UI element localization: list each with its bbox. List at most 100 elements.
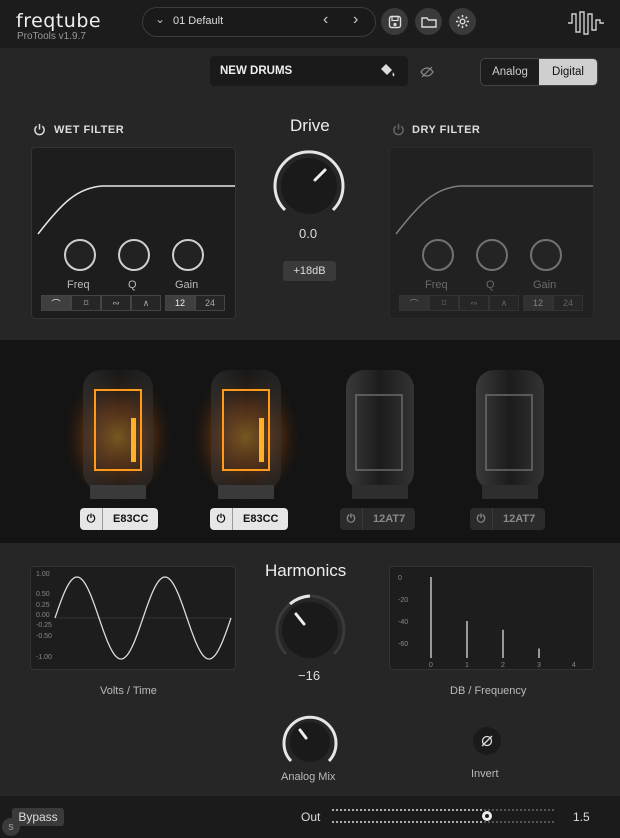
tube-4-toggle[interactable]: ⏻ 12AT7 [470, 508, 546, 530]
meter-dot [411, 808, 415, 812]
spectrum-x-tick: 0 [429, 662, 433, 669]
tube-1 [63, 360, 173, 500]
meter-dot [451, 820, 455, 824]
paint-bucket-icon[interactable] [378, 63, 396, 79]
meter-dot [499, 820, 503, 824]
hide-icon[interactable] [420, 65, 434, 79]
save-button[interactable] [381, 8, 408, 35]
dry-slope-12[interactable]: 12 [523, 295, 553, 311]
next-preset-button[interactable]: › [353, 11, 358, 29]
dry-bell-shape-icon[interactable]: ∾ [459, 295, 489, 311]
meter-dot [339, 808, 343, 812]
dry-q-label: Q [486, 279, 495, 291]
spectrum-x-tick: 2 [501, 662, 505, 669]
dry-lowpass-shape-icon[interactable]: ⌑ [429, 295, 459, 311]
dry-highpass-shape-icon[interactable]: ⌒ [399, 295, 429, 311]
notch-shape-icon[interactable]: ∧ [131, 295, 161, 311]
meter-dot [431, 820, 435, 824]
dry-slope-24[interactable]: 24 [553, 295, 583, 311]
tube-2-toggle[interactable]: ⏻ E83CC [210, 508, 289, 530]
instance-name-field[interactable]: NEW DRUMS [210, 56, 408, 86]
waveform-plot [54, 576, 232, 660]
chevron-down-icon[interactable]: ⌄ [155, 12, 165, 26]
meter-dot [427, 808, 431, 812]
wet-filter-power-icon[interactable] [33, 123, 46, 136]
meter-dot [435, 820, 439, 824]
meter-dot [439, 808, 443, 812]
meter-dot [399, 808, 403, 812]
tube-3-power-icon[interactable]: ⏻ [340, 508, 363, 530]
scope-y-tick: -0.25 [36, 622, 52, 629]
wet-q-knob[interactable] [118, 239, 150, 271]
drive-knob[interactable] [269, 146, 349, 226]
mode-toggle[interactable]: Analog Digital [480, 58, 598, 86]
meter-dot [331, 820, 335, 824]
meter-dot [463, 820, 467, 824]
tube-2-name: E83CC [243, 513, 279, 525]
bypass-button[interactable]: Bypass [12, 808, 64, 826]
meter-dot [431, 808, 435, 812]
dry-q-knob[interactable] [476, 239, 508, 271]
meter-dot [371, 820, 375, 824]
meter-dot [507, 808, 511, 812]
previous-preset-button[interactable]: ‹ [323, 11, 328, 29]
dry-filter-power-icon[interactable] [392, 123, 405, 136]
brand-version: ProTools v1.9.7 [17, 31, 86, 42]
invert-button[interactable] [473, 727, 501, 755]
tube-4-power-icon[interactable]: ⏻ [470, 508, 493, 530]
meter-dot [355, 820, 359, 824]
spectrum-x-tick: 3 [537, 662, 541, 669]
scope-panel: 1.00 0.50 0.25 0.00 -0.25 -0.50 -1.00 [30, 566, 236, 670]
analog-mix-knob[interactable] [279, 711, 341, 773]
meter-dot [527, 820, 531, 824]
bell-shape-icon[interactable]: ∾ [101, 295, 131, 311]
wet-freq-knob[interactable] [64, 239, 96, 271]
settings-button[interactable] [449, 8, 476, 35]
harmonics-value: −16 [298, 668, 321, 683]
meter-dot [387, 808, 391, 812]
meter-dot [359, 820, 363, 824]
meter-dot [351, 808, 355, 812]
dry-slope-selector: 12 24 [523, 295, 583, 311]
dry-freq-knob[interactable] [422, 239, 454, 271]
tube-2-power-icon[interactable]: ⏻ [210, 508, 233, 530]
wet-slope-24[interactable]: 24 [195, 295, 225, 311]
meter-dot [459, 808, 463, 812]
meter-dot [407, 820, 411, 824]
meter-dot [495, 820, 499, 824]
dry-freq-label: Freq [425, 279, 448, 291]
harmonics-knob[interactable] [270, 590, 350, 670]
meter-dot [495, 808, 499, 812]
meter-dot [419, 808, 423, 812]
mode-analog-button[interactable]: Analog [481, 59, 539, 85]
tube-1-name: E83CC [113, 513, 149, 525]
meter-dot [503, 820, 507, 824]
wet-gain-knob[interactable] [172, 239, 204, 271]
dry-gain-knob[interactable] [530, 239, 562, 271]
open-folder-button[interactable] [415, 8, 442, 35]
meter-dot [475, 820, 479, 824]
meter-dot [451, 808, 455, 812]
meter-dot [435, 808, 439, 812]
mode-digital-button[interactable]: Digital [539, 59, 597, 85]
lowpass-shape-icon[interactable]: ⌑ [71, 295, 101, 311]
meter-dot [515, 820, 519, 824]
meter-dot [395, 820, 399, 824]
out-meter-slider[interactable] [330, 805, 554, 827]
tube-1-toggle[interactable]: ⏻ E83CC [80, 508, 159, 530]
drive-title: Drive [290, 116, 330, 135]
wet-slope-12[interactable]: 12 [165, 295, 195, 311]
meter-dot [511, 808, 515, 812]
tube-1-power-icon[interactable]: ⏻ [80, 508, 103, 530]
highpass-shape-icon[interactable]: ⌒ [41, 295, 71, 311]
preset-selector[interactable]: ⌄ 01 Default ‹ › [142, 7, 376, 37]
drive-range-button[interactable]: +18dB [283, 261, 336, 281]
meter-dot [487, 820, 491, 824]
spectrum-x-tick: 1 [465, 662, 469, 669]
meter-dot [519, 808, 523, 812]
spectrum-caption: DB / Frequency [450, 685, 527, 697]
meter-dot [339, 820, 343, 824]
scope-y-tick: 0.50 [36, 591, 50, 598]
tube-3-toggle[interactable]: ⏻ 12AT7 [340, 508, 416, 530]
dry-notch-shape-icon[interactable]: ∧ [489, 295, 519, 311]
